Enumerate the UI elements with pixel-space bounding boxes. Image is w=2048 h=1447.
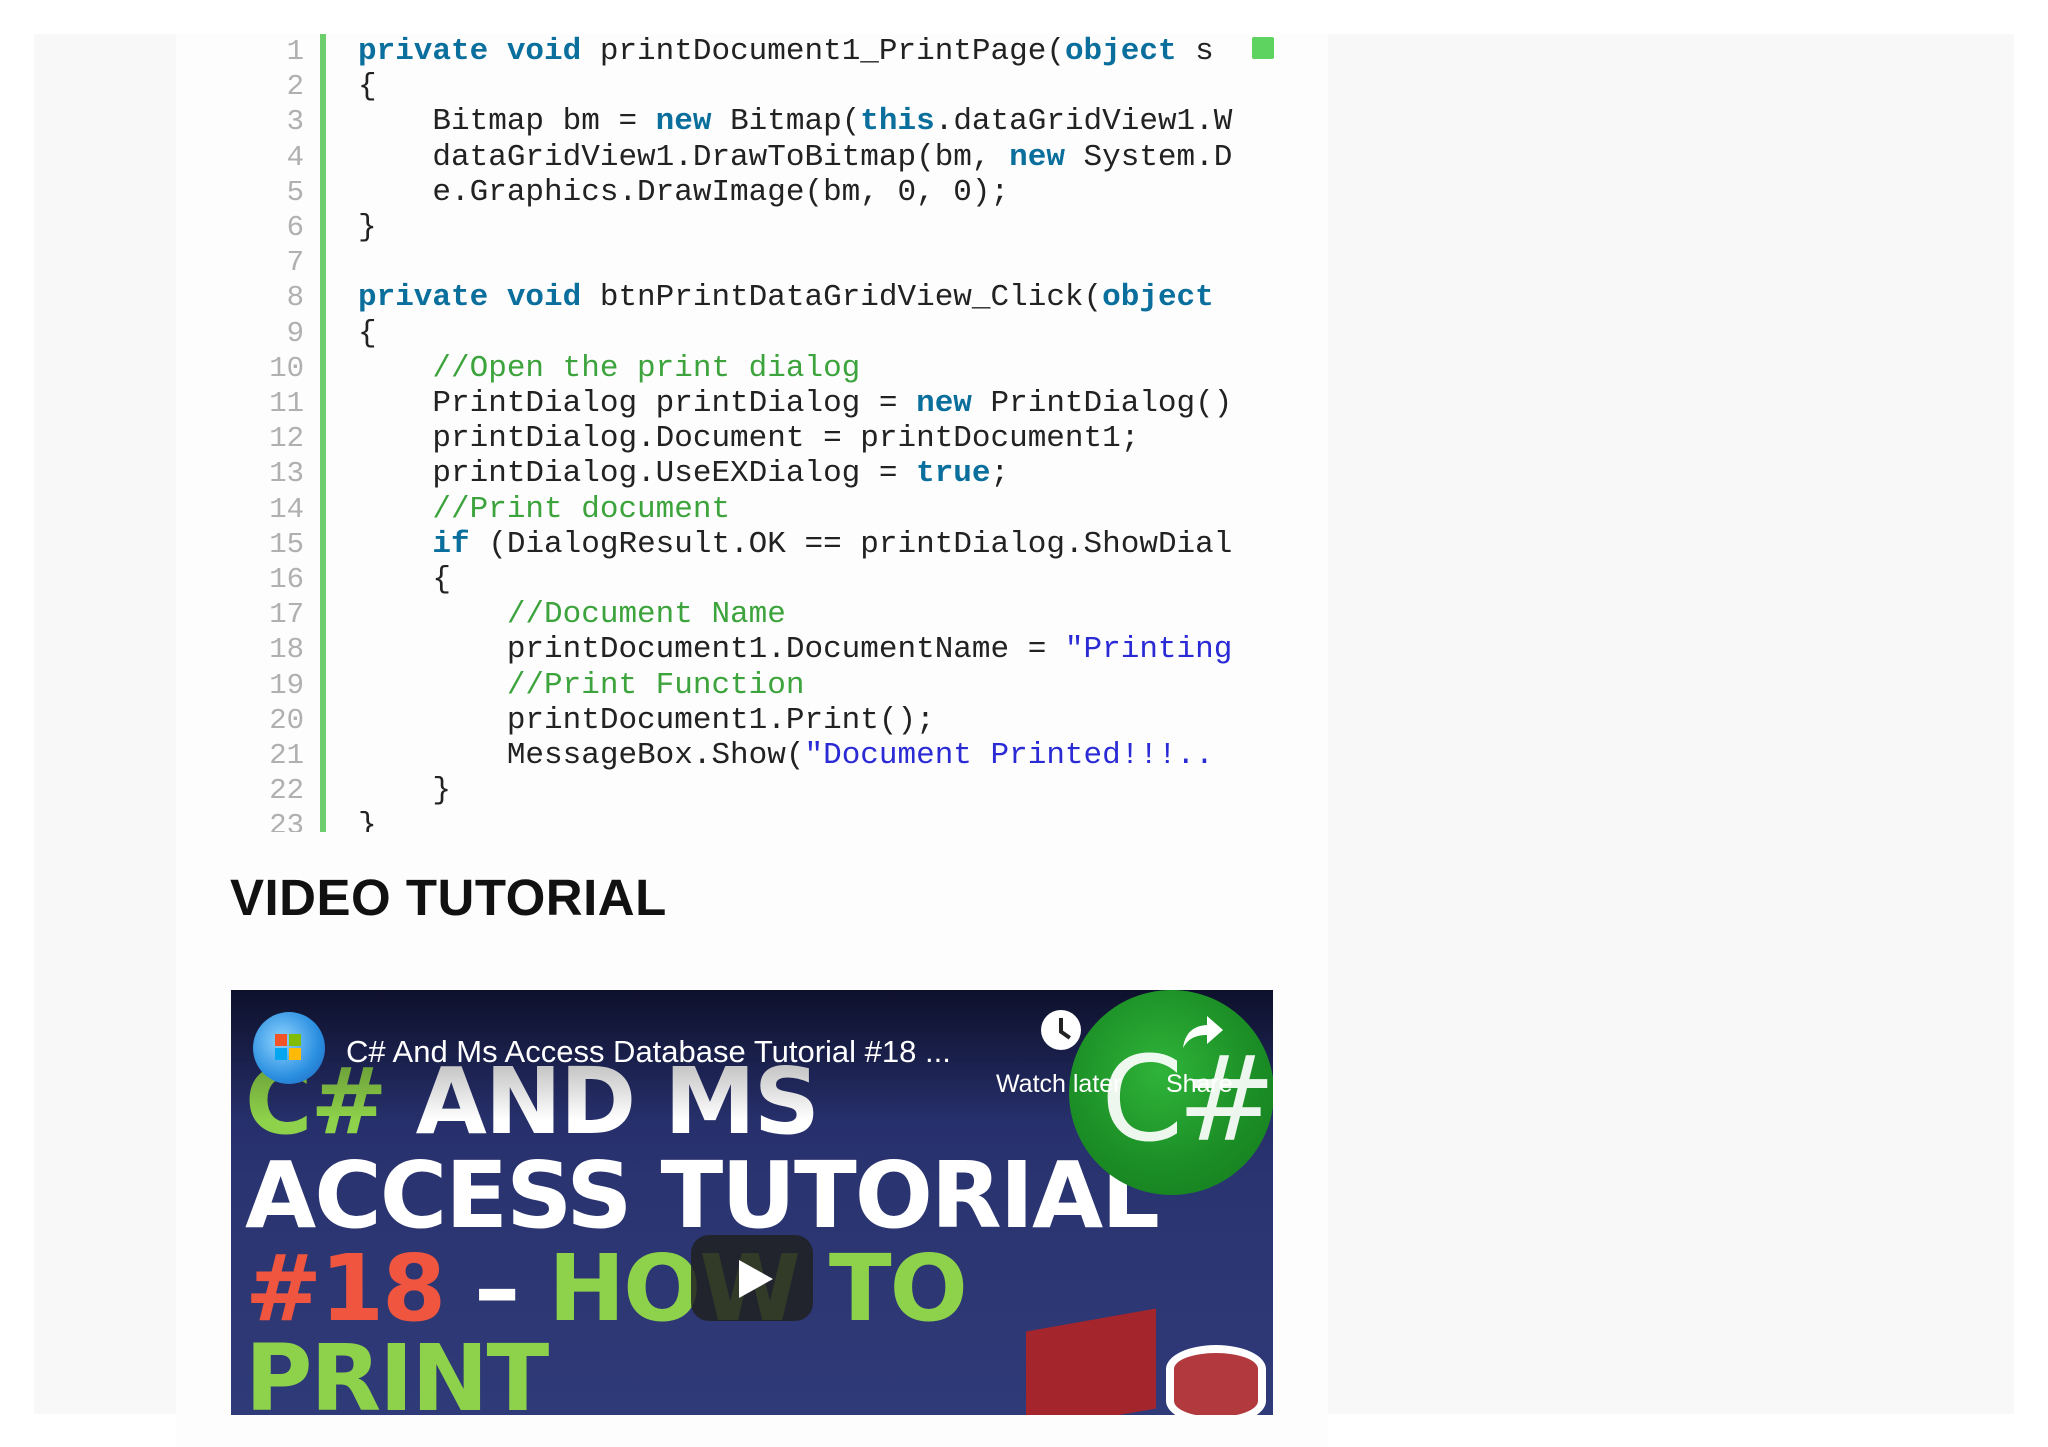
line-number: 14 <box>269 492 304 526</box>
code-line: printDocument1.Print(); <box>358 702 935 738</box>
code-line: { <box>358 69 377 105</box>
channel-avatar[interactable] <box>253 1012 325 1084</box>
watch-later-button[interactable]: Watch later <box>996 1070 1122 1099</box>
line-number: 10 <box>269 351 304 385</box>
database-icon <box>1166 1345 1266 1415</box>
csharp-logo-text: C# <box>1101 1030 1273 1168</box>
line-number: 1 <box>286 35 304 68</box>
video-title-link[interactable]: C# And Ms Access Database Tutorial #18 .… <box>346 1032 951 1072</box>
code-line: { <box>358 315 377 351</box>
code-line: Bitmap bm = new Bitmap(this.dataGridView… <box>358 104 1233 140</box>
code-line: if (DialogResult.OK == printDialog.ShowD… <box>432 526 1233 562</box>
line-number: 22 <box>269 774 304 808</box>
clock-icon[interactable] <box>1041 1010 1081 1050</box>
code-line: private void printDocument1_PrintPage(ob… <box>358 34 1214 69</box>
code-line: } <box>358 808 377 832</box>
line-number: 8 <box>286 281 304 315</box>
code-line: printDialog.Document = printDocument1; <box>358 421 1140 457</box>
code-line: //Print Function <box>358 667 805 703</box>
code-block: 1 2 3 4 5 6 7 8 9 10 11 12 13 14 15 16 17 18 19 20 21 22 23 pr… <box>232 34 1274 832</box>
code-line: //Document Name <box>358 597 786 633</box>
code-line: //Open the print dialog <box>358 350 861 386</box>
code-line: { <box>358 562 452 597</box>
line-number: 4 <box>286 140 304 174</box>
line-number: 6 <box>286 211 304 244</box>
line-number: 15 <box>269 527 304 561</box>
line-number: 13 <box>269 457 304 491</box>
code-line: PrintDialog printDialog = new PrintDialo… <box>358 386 1233 421</box>
code-line: //Print document <box>358 491 731 527</box>
code-gutter-bar <box>320 34 326 832</box>
section-title: VIDEO TUTORIAL <box>230 869 667 926</box>
windows-logo-icon <box>275 1034 303 1062</box>
right-sidebar-panel <box>1328 34 2014 1414</box>
line-number: 7 <box>286 246 304 280</box>
code-line: private void btnPrintDataGridView_Click(… <box>358 280 1214 316</box>
line-number: 5 <box>286 175 304 209</box>
line-number: 17 <box>269 598 304 632</box>
copy-code-icon[interactable] <box>1252 37 1274 59</box>
line-number: 23 <box>269 809 304 832</box>
share-button[interactable]: Share <box>1166 1070 1233 1099</box>
line-number: 11 <box>269 387 304 420</box>
code-line: } <box>358 210 377 245</box>
line-number: 3 <box>286 105 304 139</box>
code-lines: private void printDocument1_PrintPage(ob… <box>358 34 1274 832</box>
code-line: e.Graphics.DrawImage(bm, 0, 0); <box>358 174 1010 210</box>
code-line: printDialog.UseEXDialog = true; <box>358 456 1010 492</box>
play-icon[interactable] <box>691 1235 813 1321</box>
line-number: 2 <box>286 70 304 104</box>
line-number: 19 <box>269 668 304 702</box>
line-number: 20 <box>269 703 304 737</box>
youtube-video-embed[interactable]: C# AND MS ACCESS TUTORIAL #18 – HOW TO P… <box>231 990 1273 1415</box>
line-number: 12 <box>269 422 304 456</box>
access-logo-icon <box>1026 1308 1156 1415</box>
code-line: MessageBox.Show("Document Printed!!!.. <box>358 738 1214 773</box>
code-line: printDocument1.DocumentName = "Printing <box>358 632 1233 668</box>
code-line: } <box>358 773 452 809</box>
line-number: 21 <box>269 739 304 772</box>
line-number: 18 <box>269 633 304 667</box>
line-number: 9 <box>286 316 304 350</box>
code-line: dataGridView1.DrawToBitmap(bm, new Syste… <box>358 139 1233 175</box>
line-number: 16 <box>269 563 304 596</box>
line-number-gutter: 1 2 3 4 5 6 7 8 9 10 11 12 13 14 15 16 17 18 19 20 21 22 23 <box>232 34 304 832</box>
thumbnail-line-2: ACCESS TUTORIAL <box>245 1142 1160 1249</box>
left-margin-panel <box>34 34 176 1414</box>
thumbnail-line-4: PRINT <box>245 1325 549 1415</box>
share-arrow-icon[interactable] <box>1181 1014 1225 1050</box>
